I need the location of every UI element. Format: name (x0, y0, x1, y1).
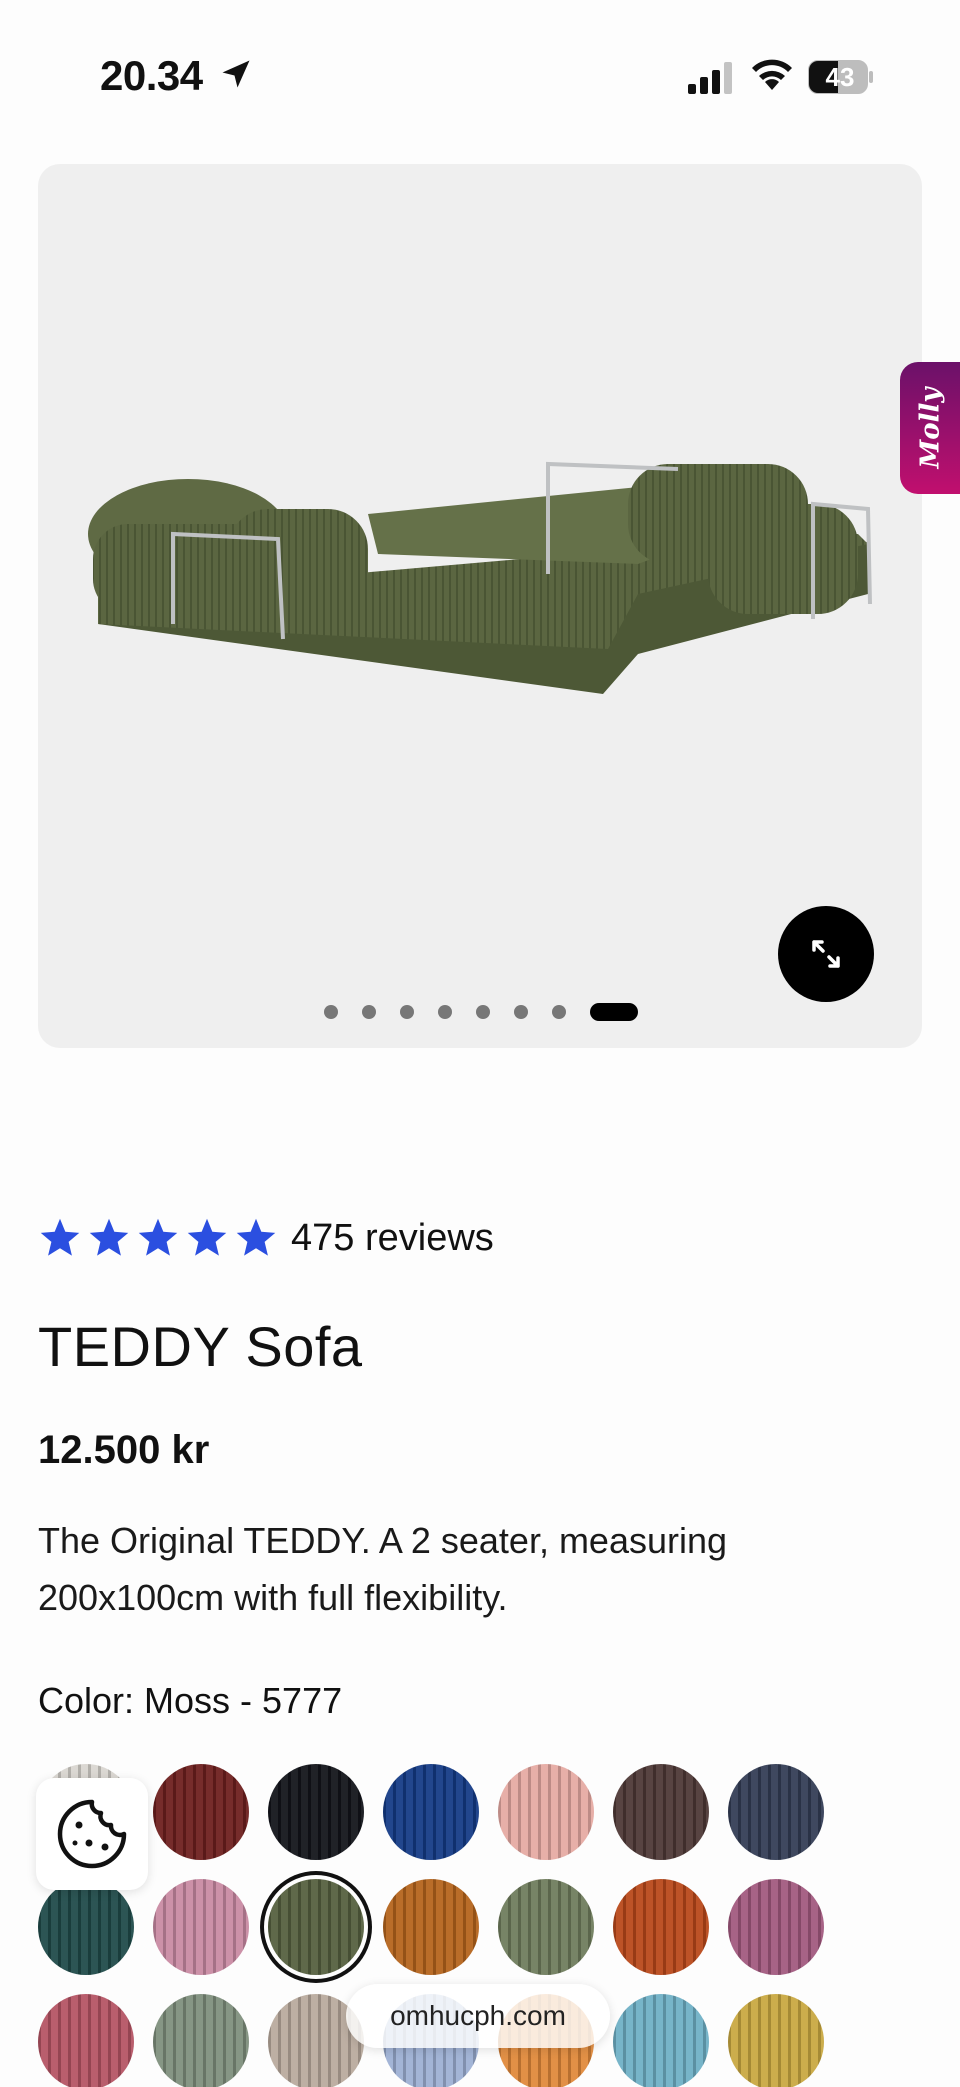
carousel-dot[interactable] (552, 1005, 566, 1019)
selected-color-label: Color: Moss - 5777 (38, 1680, 343, 1721)
star-icon (187, 1218, 227, 1256)
color-swatch-amber[interactable] (383, 1879, 479, 1975)
star-icon (236, 1218, 276, 1256)
color-swatch-eucalyptus[interactable] (153, 1994, 249, 2087)
product-description: The Original TEDDY. A 2 seater, measurin… (38, 1520, 728, 1618)
carousel-dot[interactable] (362, 1005, 376, 1019)
color-swatch-moss[interactable] (268, 1879, 364, 1975)
carousel-dot[interactable] (324, 1005, 338, 1019)
carousel-dot-active[interactable] (590, 1003, 638, 1021)
color-swatch-raspberry[interactable] (38, 1994, 134, 2087)
carousel-dot[interactable] (476, 1005, 490, 1019)
carousel-indicator (324, 1002, 638, 1022)
carousel-dot[interactable] (400, 1005, 414, 1019)
star-icon (40, 1218, 80, 1256)
star-icon (89, 1218, 129, 1256)
color-swatch-navy-grey[interactable] (728, 1764, 824, 1860)
color-swatch-blush-pink[interactable] (498, 1764, 594, 1860)
review-count-link[interactable]: 475 reviews (291, 1217, 494, 1260)
color-swatch-rose[interactable] (153, 1879, 249, 1975)
cookie-settings-button[interactable] (36, 1778, 148, 1890)
color-swatch-black[interactable] (268, 1764, 364, 1860)
carousel-dot[interactable] (438, 1005, 452, 1019)
product-price: 12.500 kr (38, 1428, 210, 1472)
cellular-signal-icon (688, 62, 732, 94)
wifi-icon (752, 59, 792, 90)
product-image-carousel[interactable] (38, 164, 922, 1048)
color-swatch-aqua[interactable] (613, 1994, 709, 2087)
color-swatch-royal-blue[interactable] (383, 1764, 479, 1860)
location-arrow-icon (222, 60, 250, 88)
color-swatch-chocolate[interactable] (613, 1764, 709, 1860)
color-swatch-teal[interactable] (38, 1879, 134, 1975)
status-time: 20.34 (100, 52, 203, 99)
status-bar: 20.34 43 (0, 0, 960, 150)
carousel-dot[interactable] (514, 1005, 528, 1019)
product-rating[interactable]: 475 reviews (38, 1212, 494, 1264)
product-image[interactable] (78, 424, 878, 744)
color-swatch-mustard[interactable] (728, 1994, 824, 2087)
battery-percent: 43 (825, 62, 855, 92)
color-swatch-sage[interactable] (498, 1879, 594, 1975)
browser-url-bar[interactable]: omhucph.com (346, 1984, 610, 2048)
expand-icon (812, 940, 840, 968)
star-icon (138, 1218, 178, 1256)
expand-image-button[interactable] (778, 906, 874, 1002)
color-swatch-burgundy[interactable] (153, 1764, 249, 1860)
color-swatch-rust[interactable] (613, 1879, 709, 1975)
molly-chat-label: Molly (915, 387, 946, 469)
cookie-icon (57, 1799, 127, 1869)
molly-chat-tab[interactable]: Molly (900, 362, 960, 494)
product-title: TEDDY Sofa (38, 1315, 363, 1378)
color-swatch-mauve[interactable] (728, 1879, 824, 1975)
